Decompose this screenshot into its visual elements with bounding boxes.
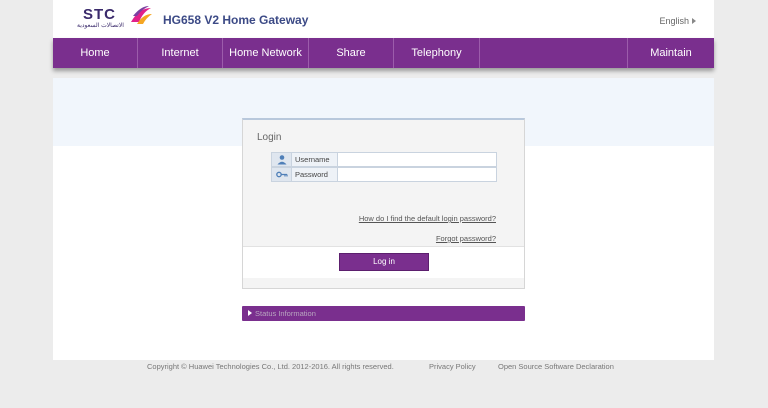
nav-spacer [480, 38, 628, 68]
nav-item-maintain[interactable]: Maintain [628, 38, 714, 68]
brand-subtitle: الاتصالات السعودية [77, 23, 124, 29]
username-input[interactable] [339, 153, 496, 166]
product-title: HG658 V2 Home Gateway [163, 13, 309, 27]
status-information-toggle[interactable]: Status Information [242, 306, 525, 321]
username-label: Username [292, 153, 338, 166]
nav-item-home-network[interactable]: Home Network [223, 38, 309, 68]
login-title: Login [257, 132, 282, 143]
triangle-right-icon [248, 310, 252, 316]
stc-swoosh-icon [131, 6, 152, 24]
nav-item-share[interactable]: Share [309, 38, 394, 68]
open-source-link[interactable]: Open Source Software Declaration [498, 362, 614, 371]
brand-text: STC [83, 6, 116, 23]
nav-item-internet[interactable]: Internet [138, 38, 223, 68]
login-panel: Login Username Password How do I find th… [242, 118, 525, 289]
language-selector[interactable]: English [659, 16, 696, 26]
password-label: Password [292, 168, 338, 181]
privacy-policy-link[interactable]: Privacy Policy [429, 362, 476, 371]
stc-logo: STC الاتصالات السعودية [75, 6, 155, 32]
login-button[interactable]: Log in [339, 253, 429, 271]
password-field: Password [271, 167, 497, 182]
footer: Copyright © Huawei Technologies Co., Ltd… [0, 362, 768, 374]
chevron-right-icon [692, 18, 696, 24]
password-input[interactable] [339, 168, 496, 181]
language-label: English [659, 16, 689, 26]
login-footer: Log in [243, 246, 524, 278]
status-information-label: Status Information [255, 309, 316, 318]
nav-item-telephony[interactable]: Telephony [394, 38, 480, 68]
main-nav: Home Internet Home Network Share Telepho… [53, 38, 714, 68]
header: STC الاتصالات السعودية HG658 V2 Home Gat… [53, 0, 714, 38]
nav-item-home[interactable]: Home [53, 38, 138, 68]
default-password-link[interactable]: How do I find the default login password… [359, 214, 496, 223]
key-icon [272, 168, 292, 181]
user-icon [272, 153, 292, 166]
forgot-password-link[interactable]: Forgot password? [436, 234, 496, 243]
username-field: Username [271, 152, 497, 167]
copyright-text: Copyright © Huawei Technologies Co., Ltd… [147, 362, 394, 371]
